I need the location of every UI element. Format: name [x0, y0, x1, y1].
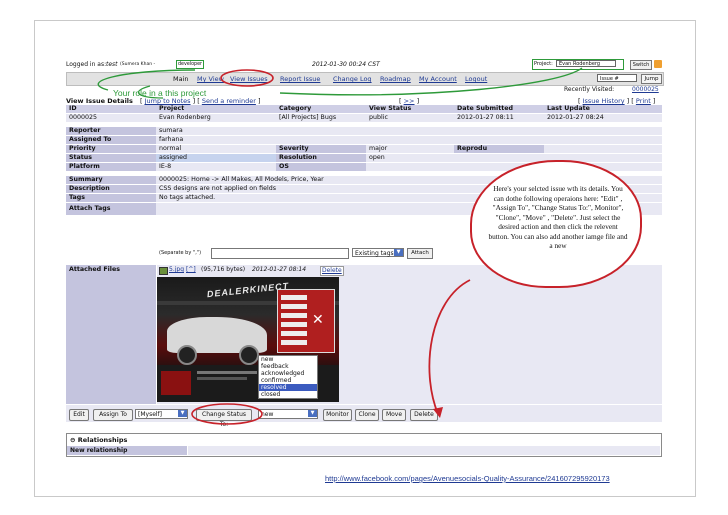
project-arrow [279, 67, 583, 96]
view-issues-highlight [220, 69, 274, 87]
arrowhead-icon [433, 407, 443, 418]
callout-arrow [428, 279, 471, 415]
annotation-overlay [97, 67, 583, 425]
change-status-highlight [191, 403, 263, 425]
footer-url-link[interactable]: http://www.facebook.com/pages/Avenuesoci… [325, 474, 610, 483]
